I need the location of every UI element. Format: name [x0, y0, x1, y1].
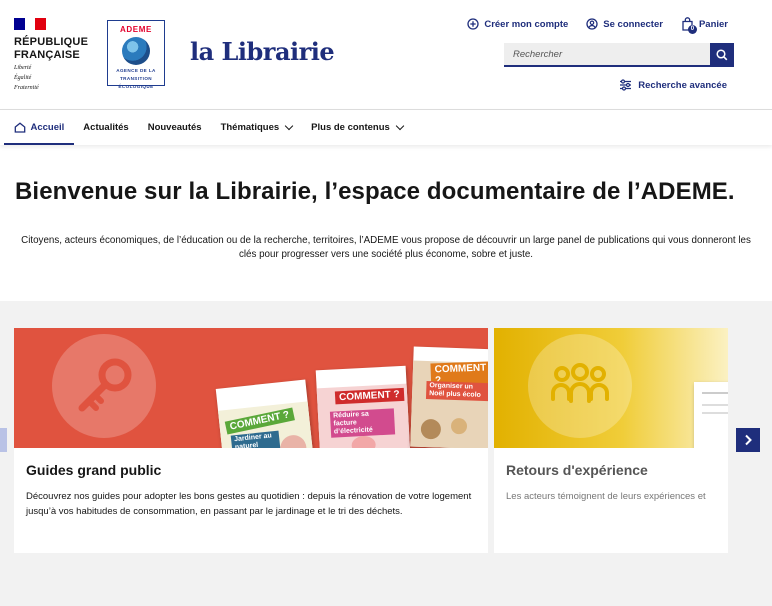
guide-cover-noel: COMMENT ? Organiser un Noël plus écolo — [410, 346, 488, 448]
main-navigation: Accueil Actualités Nouveautés Thématique… — [0, 110, 772, 145]
book-subtitle: Organiser un Noël plus écolo — [425, 380, 488, 402]
cart-icon: 0 — [681, 17, 697, 34]
card-description: Les acteurs témoignent de leurs expérien… — [506, 491, 706, 502]
search-icon — [716, 49, 728, 61]
carousel-prev-button[interactable] — [0, 428, 7, 452]
brand-title[interactable]: la Librairie — [190, 37, 335, 66]
ademe-name: ADEME — [120, 25, 152, 34]
cart-link[interactable]: 0 Panier — [681, 17, 728, 34]
book-subtitle: Réduire sa facture d’électricité — [329, 408, 396, 438]
french-flag-icon — [14, 18, 47, 30]
nav-label-accueil: Accueil — [30, 122, 65, 133]
chevron-right-icon — [745, 434, 752, 446]
republique-francaise-logo[interactable]: République Française Liberté Égalité Fra… — [14, 18, 88, 92]
ademe-logo[interactable]: ADEME AGENCE DE LA TRANSITION ÉCOLOGIQUE — [107, 20, 165, 90]
card-image: COMMENT ? Jardiner au naturel COMMENT ? … — [14, 328, 488, 448]
document-thumbnail — [694, 382, 728, 448]
ademe-subtitle-1: AGENCE DE LA — [116, 68, 156, 73]
nav-label-nouveautes: Nouveautés — [147, 122, 202, 133]
plus-circle-icon — [467, 18, 479, 30]
nav-item-plus-de-contenus[interactable]: Plus de contenus — [302, 110, 413, 145]
search-input[interactable] — [504, 43, 710, 67]
nav-label-plus-de-contenus: Plus de contenus — [311, 122, 390, 133]
ademe-subtitle-3: ÉCOLOGIQUE — [118, 84, 154, 90]
home-icon — [14, 122, 25, 133]
advanced-search-link[interactable]: Recherche avancée — [619, 79, 727, 91]
quick-links: Créer mon compte Se connecter 0 Panier — [467, 17, 728, 34]
republic-line1: République — [14, 36, 89, 48]
cart-badge: 0 — [687, 25, 697, 34]
search-bar — [504, 43, 734, 67]
site-header: République Française Liberté Égalité Fra… — [0, 0, 772, 110]
create-account-label: Créer mon compte — [484, 18, 569, 30]
advanced-search-label: Recherche avancée — [638, 79, 727, 91]
intro-text: Citoyens, acteurs économiques, de l’éduc… — [21, 235, 751, 260]
user-circle-icon — [586, 18, 598, 30]
republic-line2: Française — [14, 49, 80, 61]
guide-cover-electricite: COMMENT ? Réduire sa facture d’électrici… — [315, 365, 411, 448]
card-title: Guides grand public — [26, 462, 162, 478]
nav-label-thematiques: Thématiques — [220, 122, 280, 133]
login-link[interactable]: Se connecter — [586, 17, 663, 31]
card-description: Découvrez nos guides pour adopter les bo… — [26, 491, 472, 517]
nav-item-thematiques[interactable]: Thématiques — [211, 110, 302, 145]
chevron-down-icon — [395, 121, 405, 131]
motto-fraternite: Fraternité — [14, 85, 39, 91]
chevron-down-icon — [284, 121, 294, 131]
page-title: Bienvenue sur la Librairie, l’espace doc… — [15, 178, 735, 205]
key-icon — [52, 334, 156, 438]
search-button[interactable] — [710, 43, 734, 67]
cart-label: Panier — [698, 18, 728, 30]
card-image — [494, 328, 728, 448]
card-guides-grand-public[interactable]: COMMENT ? Jardiner au naturel COMMENT ? … — [14, 328, 488, 553]
nav-label-actualites: Actualités — [83, 122, 129, 133]
guide-cover-jardiner: COMMENT ? Jardiner au naturel — [215, 379, 315, 448]
login-label: Se connecter — [603, 18, 663, 30]
carousel-next-button[interactable] — [736, 428, 760, 452]
people-group-icon — [528, 334, 632, 438]
card-title: Retours d'expérience — [506, 462, 648, 478]
globe-icon — [122, 37, 150, 65]
nav-item-actualites[interactable]: Actualités — [74, 110, 138, 145]
ademe-subtitle-2: TRANSITION — [119, 76, 153, 82]
motto-liberte: Liberté — [14, 65, 32, 71]
settings-sliders-icon — [620, 79, 632, 91]
card-retours-experience[interactable]: Retours d'expérience Les acteurs témoign… — [494, 328, 728, 553]
nav-item-accueil[interactable]: Accueil — [4, 110, 74, 145]
nav-item-nouveautes[interactable]: Nouveautés — [138, 110, 211, 145]
motto-egalite: Égalité — [14, 75, 32, 81]
create-account-link[interactable]: Créer mon compte — [467, 17, 568, 31]
